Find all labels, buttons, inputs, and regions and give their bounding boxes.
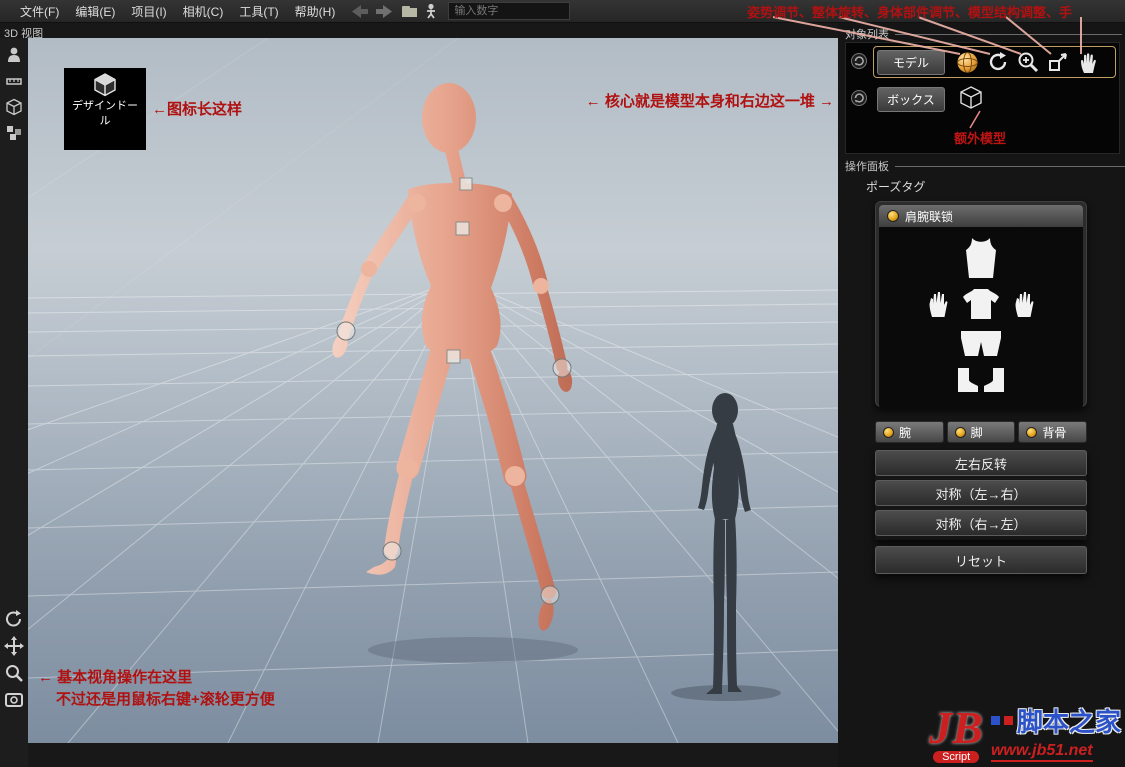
pose-group-header[interactable]: 肩腕联锁: [879, 205, 1083, 227]
mirror-l2r-button[interactable]: 对称（左→右）: [875, 480, 1087, 506]
shirt-icon[interactable]: [962, 289, 1000, 324]
model-row-highlight: モデル: [873, 46, 1116, 78]
object-row-model[interactable]: モデル: [877, 49, 945, 75]
toggle-arm-label: 腕: [899, 425, 912, 440]
toggle-arm[interactable]: 腕: [875, 421, 944, 443]
app-window: 文件(F) 编辑(E) 项目(I) 相机(C) 工具(T) 帮助(H) 3D 视…: [0, 0, 1125, 767]
toggle-dot-icon: [887, 210, 899, 222]
menu-project[interactable]: 项目(I): [123, 0, 174, 23]
toggle-leg-label: 脚: [970, 425, 983, 440]
logo-title-line1: デザインドー: [72, 100, 138, 112]
toggle-spine[interactable]: 背骨: [1018, 421, 1088, 443]
pose-group-panel: 肩腕联锁: [875, 201, 1087, 409]
toggle-dot-icon: [954, 426, 966, 438]
zoom-view-icon[interactable]: [3, 662, 25, 684]
jb-logo: JB Script: [929, 702, 983, 765]
menu-camera[interactable]: 相机(C): [175, 0, 232, 23]
left-toolbar: [0, 38, 28, 767]
mirror-r2l-button[interactable]: 对称（右→左）: [875, 510, 1087, 536]
3d-viewport[interactable]: デザインドー ル ←图标长这样 ← 核心就是模型本身和右边这一堆 → ← 基本视…: [28, 38, 838, 743]
toggle-spine-label: 背骨: [1042, 425, 1067, 440]
orbit-view-icon[interactable]: [3, 608, 25, 630]
boots-icon[interactable]: [952, 367, 1010, 398]
3d-scene: [28, 38, 838, 743]
flip-lr-button[interactable]: 左右反转: [875, 450, 1087, 476]
object-list-label: 对象列表: [845, 29, 889, 41]
site-watermark: JB Script 脚本之家 www.jb51.net: [929, 702, 1121, 765]
shorts-icon[interactable]: [960, 330, 1002, 361]
divider-line: [895, 33, 1122, 35]
logo-cube-icon: [94, 73, 116, 97]
toggle-dot-icon: [1026, 426, 1038, 438]
logo-square-red: [1003, 716, 1013, 725]
toggle-leg[interactable]: 脚: [946, 421, 1016, 443]
extra-model-cube-icon[interactable]: [958, 85, 984, 111]
annotation-extra-model: 额外模型: [954, 131, 1007, 146]
doll-icon[interactable]: [424, 3, 438, 19]
pose-tool-icon[interactable]: [3, 44, 25, 66]
camera-frame-icon[interactable]: [3, 689, 25, 711]
rotate-icon[interactable]: [985, 50, 1010, 75]
ruler-tool-icon[interactable]: [3, 70, 25, 92]
jb-logo-script: Script: [933, 751, 980, 763]
number-input[interactable]: [448, 2, 571, 20]
annotation-bottom-note-1: ← 基本视角操作在这里: [38, 669, 193, 686]
object-row-box[interactable]: ボックス: [877, 87, 945, 112]
pose-tag-label: ポーズタグ: [866, 180, 926, 194]
divider-line: [895, 165, 1125, 167]
undo-arrow-icon[interactable]: [349, 4, 369, 19]
logo-square-blue: [990, 716, 1000, 725]
menu-file[interactable]: 文件(F): [12, 0, 67, 23]
site-block: 脚本之家 www.jb51.net: [990, 702, 1121, 765]
app-logo: デザインドー ル: [64, 68, 146, 150]
tanktop-icon[interactable]: [964, 237, 998, 283]
right-hand-icon[interactable]: [1014, 291, 1034, 322]
structure-icon[interactable]: [1045, 50, 1070, 75]
operation-panel-header: 操作面板: [845, 158, 1125, 174]
pose-group-title: 肩腕联锁: [905, 209, 954, 224]
menu-edit[interactable]: 编辑(E): [67, 0, 123, 23]
toggle-dot-icon: [883, 426, 894, 438]
folder-icon[interactable]: [401, 4, 418, 18]
left-hand-icon[interactable]: [928, 291, 948, 322]
annotation-logo-note: ←图标长这样: [152, 101, 243, 118]
annotation-center-note: ← 核心就是模型本身和右边这一堆 →: [585, 93, 834, 110]
object-list-header: 对象列表: [845, 26, 1122, 42]
logo-title-line2: ル: [99, 115, 111, 127]
model-tool-icons: [955, 50, 1100, 75]
operation-panel-label: 操作面板: [845, 161, 889, 173]
figure-shadow: [368, 637, 578, 663]
part-toggles: 腕 脚 背骨: [875, 421, 1088, 443]
pose-orb-icon[interactable]: [955, 50, 980, 75]
zoom-plus-icon[interactable]: [1015, 50, 1040, 75]
silhouette-shadow: [671, 685, 781, 701]
reset-button[interactable]: リセット: [875, 546, 1087, 574]
annotation-bottom-note-2: 不过还是用鼠标右键+滚轮更方便: [56, 691, 275, 708]
reset-wrap: リセット: [875, 546, 1087, 574]
blocks-tool-icon[interactable]: [3, 122, 25, 144]
box-visibility-icon[interactable]: [850, 89, 868, 107]
redo-arrow-icon[interactable]: [375, 4, 395, 19]
silhouette-figure[interactable]: [698, 393, 751, 694]
annotation-toolbar-note: 姿势调节、整体旋转、身体部件调节、模型结构调整、手: [747, 5, 1073, 20]
object-list: モデル ボックス 额外模型: [845, 42, 1120, 154]
right-panel: 对象列表 モデル ボックス 额外模型 操作面板 ポーズタグ 肩腕联锁 腕 脚 背…: [838, 22, 1125, 767]
cube-tool-icon[interactable]: [3, 96, 25, 118]
mirror-buttons: 左右反转 对称（左→右） 对称（右→左）: [875, 450, 1087, 540]
pose-group-body: [879, 227, 1083, 409]
hand-icon[interactable]: [1075, 50, 1100, 75]
menu-tools[interactable]: 工具(T): [231, 0, 286, 23]
jb-logo-letters: JB: [929, 702, 983, 754]
pan-view-icon[interactable]: [3, 635, 25, 657]
extra-model-pointer-line: [969, 110, 981, 129]
model-visibility-icon[interactable]: [850, 52, 868, 70]
menu-help[interactable]: 帮助(H): [287, 0, 344, 23]
site-name: 脚本之家: [1016, 707, 1121, 737]
site-url[interactable]: www.jb51.net: [990, 742, 1093, 762]
